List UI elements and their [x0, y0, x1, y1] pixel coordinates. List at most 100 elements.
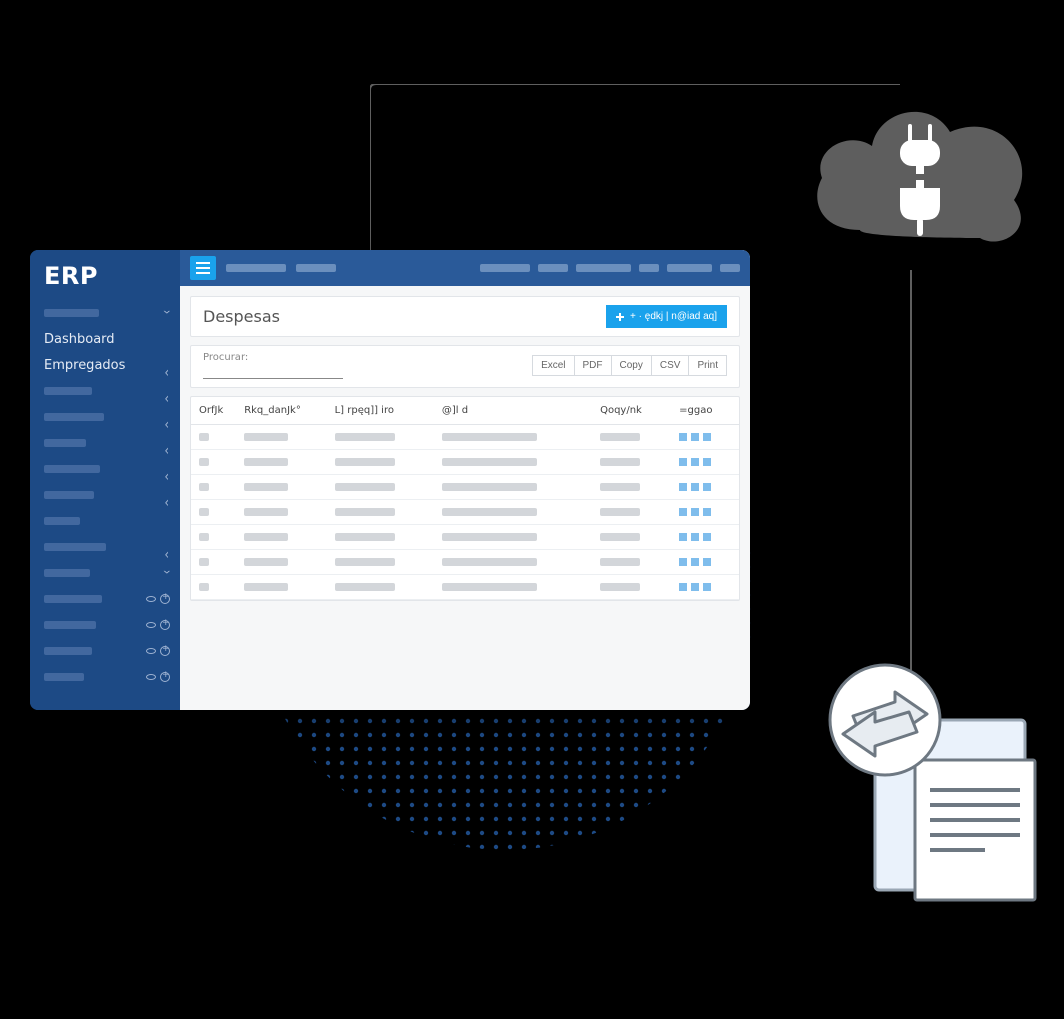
table-row[interactable]	[191, 500, 739, 525]
page-title: Despesas	[203, 307, 280, 326]
plus-icon	[160, 672, 170, 682]
action-button[interactable]	[703, 458, 711, 466]
plus-icon	[160, 646, 170, 656]
sidebar: ERP Dashboard Empregados	[30, 250, 180, 710]
action-button[interactable]	[691, 433, 699, 441]
action-button[interactable]	[703, 533, 711, 541]
cell-stub	[244, 508, 288, 516]
table-row[interactable]	[191, 425, 739, 450]
sidebar-item-dashboard[interactable]: Dashboard	[30, 326, 180, 352]
data-table: OrfJk Rkq_danJk° L] rpęq]] iro @]l d Qoq…	[191, 397, 739, 600]
export-csv-button[interactable]: CSV	[652, 355, 690, 376]
cell-stub	[600, 508, 640, 516]
row-actions	[679, 483, 731, 491]
sidebar-item-stub[interactable]	[30, 508, 180, 534]
cell-stub	[442, 558, 537, 566]
cell-stub	[600, 558, 640, 566]
cell-stub	[335, 458, 395, 466]
sidebar-item-stub[interactable]	[30, 612, 180, 638]
row-actions	[679, 583, 731, 591]
export-print-button[interactable]: Print	[689, 355, 727, 376]
cell-stub	[199, 483, 209, 491]
action-button[interactable]	[691, 533, 699, 541]
cell-stub	[244, 533, 288, 541]
connector-line-vertical	[910, 270, 912, 670]
action-button[interactable]	[691, 483, 699, 491]
action-button[interactable]	[679, 433, 687, 441]
eye-icon	[146, 596, 156, 602]
sidebar-item-stub[interactable]	[30, 560, 180, 586]
sidebar-item-stub[interactable]	[30, 586, 180, 612]
search-label: Procurar:	[203, 352, 343, 363]
cell-stub	[335, 433, 395, 441]
action-button[interactable]	[679, 483, 687, 491]
col-header[interactable]: @]l d	[434, 397, 592, 425]
eye-icon	[146, 674, 156, 680]
cell-stub	[442, 508, 537, 516]
plus-icon	[616, 313, 624, 321]
action-button[interactable]	[703, 433, 711, 441]
action-button[interactable]	[691, 583, 699, 591]
action-button[interactable]	[679, 558, 687, 566]
cell-stub	[199, 583, 209, 591]
col-header[interactable]: OrfJk	[191, 397, 236, 425]
sidebar-item-stub[interactable]	[30, 404, 180, 430]
cell-stub	[199, 558, 209, 566]
cell-stub	[244, 433, 288, 441]
sidebar-item-stub[interactable]	[30, 378, 180, 404]
sidebar-item-stub[interactable]	[30, 456, 180, 482]
export-copy-button[interactable]: Copy	[612, 355, 652, 376]
action-button[interactable]	[691, 558, 699, 566]
cell-stub	[244, 583, 288, 591]
col-header[interactable]: Rkq_danJk°	[236, 397, 326, 425]
sidebar-item-empregados[interactable]: Empregados	[30, 352, 180, 378]
search-input[interactable]	[203, 365, 343, 379]
action-button[interactable]	[691, 508, 699, 516]
sidebar-item-stub[interactable]	[30, 664, 180, 690]
topbar-stub	[226, 264, 286, 272]
table-row[interactable]	[191, 475, 739, 500]
hamburger-button[interactable]	[190, 256, 216, 280]
topbar-stub	[576, 264, 631, 272]
sidebar-item-stub[interactable]	[30, 300, 180, 326]
topbar-stub	[639, 264, 659, 272]
cell-stub	[442, 533, 537, 541]
export-excel-button[interactable]: Excel	[532, 355, 574, 376]
action-button[interactable]	[679, 583, 687, 591]
cell-stub	[335, 533, 395, 541]
col-header[interactable]: L] rpęq]] iro	[327, 397, 434, 425]
cell-stub	[442, 458, 537, 466]
action-button[interactable]	[679, 533, 687, 541]
action-button[interactable]	[679, 508, 687, 516]
sidebar-item-stub[interactable]	[30, 534, 180, 560]
table-row[interactable]	[191, 525, 739, 550]
cell-stub	[335, 558, 395, 566]
col-header[interactable]: =ggao	[671, 397, 739, 425]
add-button[interactable]: + · ędkj | n@iad aq]	[606, 305, 727, 328]
cell-stub	[600, 433, 640, 441]
cell-stub	[600, 483, 640, 491]
action-button[interactable]	[679, 458, 687, 466]
eye-icon	[146, 622, 156, 628]
action-button[interactable]	[703, 558, 711, 566]
sidebar-item-stub[interactable]	[30, 482, 180, 508]
action-button[interactable]	[703, 508, 711, 516]
action-button[interactable]	[691, 458, 699, 466]
table-row[interactable]	[191, 450, 739, 475]
topbar-stub	[538, 264, 568, 272]
hamburger-icon	[196, 262, 210, 274]
col-header[interactable]: Qoqy/nk	[592, 397, 671, 425]
table-row[interactable]	[191, 550, 739, 575]
table-row[interactable]	[191, 575, 739, 600]
topbar	[180, 250, 750, 286]
action-button[interactable]	[703, 483, 711, 491]
action-button[interactable]	[703, 583, 711, 591]
cell-stub	[600, 583, 640, 591]
cloud-plug-icon	[800, 80, 1040, 260]
sidebar-item-stub[interactable]	[30, 638, 180, 664]
cell-stub	[199, 508, 209, 516]
export-pdf-button[interactable]: PDF	[575, 355, 612, 376]
cell-stub	[442, 483, 537, 491]
data-table-card: OrfJk Rkq_danJk° L] rpęq]] iro @]l d Qoq…	[190, 396, 740, 601]
sidebar-item-stub[interactable]	[30, 430, 180, 456]
